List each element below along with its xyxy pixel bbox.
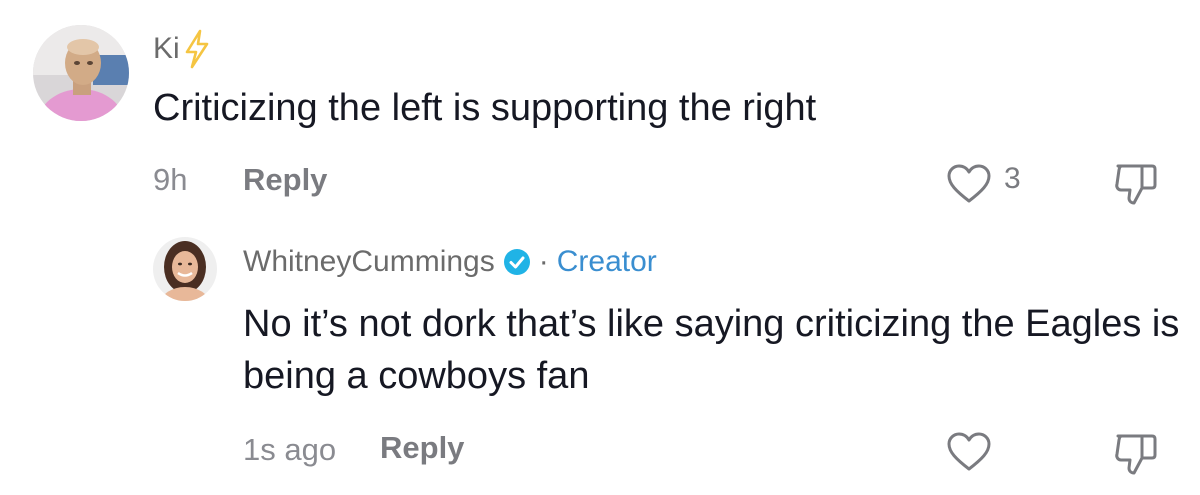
verified-check-icon <box>503 248 531 276</box>
creator-label: Creator <box>556 245 657 278</box>
avatar-image <box>153 237 217 301</box>
like-count: 3 <box>1004 162 1021 195</box>
username-text[interactable]: WhitneyCummings <box>243 245 495 279</box>
comment-text: Criticizing the left is supporting the r… <box>153 87 817 129</box>
heart-outline-icon[interactable] <box>946 164 992 204</box>
heart-outline-icon[interactable] <box>946 432 992 472</box>
reply-username[interactable]: WhitneyCummings · Creator <box>243 240 657 284</box>
separator-dot: · <box>538 245 549 278</box>
lightning-bolt-icon <box>184 29 210 69</box>
avatar-image <box>33 25 129 121</box>
comment-timestamp: 9h <box>153 162 188 197</box>
avatar[interactable] <box>153 237 217 301</box>
reply-timestamp: 1s ago <box>243 432 337 467</box>
username-text[interactable]: Ki <box>153 32 180 66</box>
reply-button[interactable]: Reply <box>243 162 327 198</box>
comment-username[interactable]: Ki <box>153 28 210 70</box>
avatar[interactable] <box>33 25 129 121</box>
thumbs-down-icon[interactable] <box>1112 430 1160 476</box>
reply-button[interactable]: Reply <box>380 430 464 466</box>
thumbs-down-icon[interactable] <box>1112 160 1160 206</box>
reply-text: No it’s not dork that’s like saying crit… <box>243 303 1180 397</box>
